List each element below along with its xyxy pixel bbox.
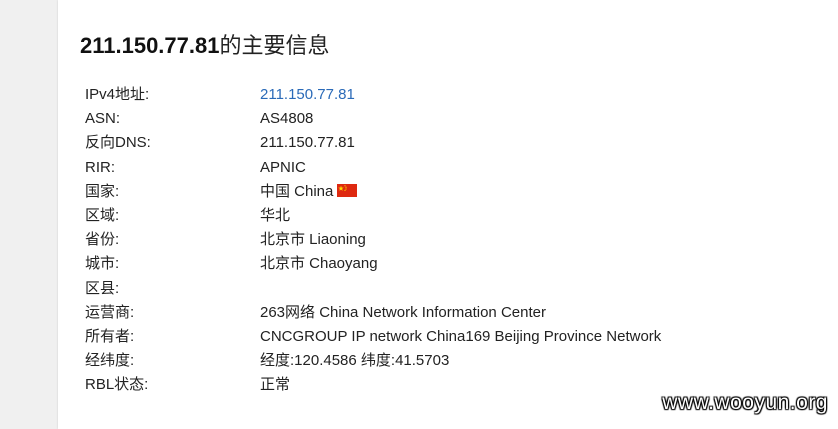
row-province: 省份: 北京市 Liaoning bbox=[85, 228, 805, 252]
label-city: 城市: bbox=[85, 255, 120, 273]
value-asn: AS4808 bbox=[260, 110, 314, 128]
row-rir: RIR: APNIC bbox=[85, 156, 805, 180]
value-owner: CNCGROUP IP network China169 Beijing Pro… bbox=[260, 327, 662, 345]
value-country: 中国 China bbox=[260, 182, 334, 200]
row-ipv4: IPv4地址: 211.150.77.81 bbox=[85, 83, 805, 107]
value-country-wrap: 中国 China bbox=[260, 180, 358, 204]
row-country: 国家: 中国 China bbox=[85, 180, 805, 204]
label-reverse-dns: 反向DNS: bbox=[85, 134, 151, 152]
page-title: 211.150.77.81的主要信息 bbox=[80, 28, 330, 60]
label-coordinates: 经纬度: bbox=[85, 352, 135, 370]
row-asn: ASN: AS4808 bbox=[85, 107, 805, 131]
label-country: 国家: bbox=[85, 182, 120, 200]
label-isp: 运营商: bbox=[85, 303, 135, 321]
value-rbl-status: 正常 bbox=[260, 376, 291, 394]
watermark-text: www.wooyun.org bbox=[662, 391, 828, 414]
value-province: 北京市 Liaoning bbox=[260, 231, 366, 249]
value-region: 华北 bbox=[260, 206, 291, 224]
label-ipv4: IPv4地址: bbox=[85, 86, 150, 103]
ip-info-panel: 211.150.77.81的主要信息 IPv4地址: 211.150.77.81… bbox=[58, 0, 838, 429]
label-owner: 所有者: bbox=[85, 327, 135, 345]
value-coordinates: 经度:120.4586 纬度:41.5703 bbox=[260, 352, 450, 370]
label-rir: RIR: bbox=[85, 158, 115, 176]
value-city: 北京市 Chaoyang bbox=[260, 255, 378, 273]
row-isp: 运营商: 263网络 China Network Information Cen… bbox=[85, 301, 805, 325]
ipv4-link[interactable]: 211.150.77.81 bbox=[260, 83, 355, 107]
label-asn: ASN: bbox=[85, 110, 121, 128]
info-table: IPv4地址: 211.150.77.81 ASN: AS4808 反向DNS:… bbox=[85, 83, 805, 397]
title-suffix: 的主要信息 bbox=[219, 33, 330, 58]
label-region: 区域: bbox=[85, 206, 120, 224]
row-reverse-dns: 反向DNS: 211.150.77.81 bbox=[85, 131, 805, 155]
label-province: 省份: bbox=[85, 231, 120, 249]
title-ip: 211.150.77.81 bbox=[80, 33, 220, 58]
row-coordinates: 经纬度: 经度:120.4586 纬度:41.5703 bbox=[85, 349, 805, 373]
china-flag-icon bbox=[337, 183, 358, 197]
value-rir: APNIC bbox=[260, 158, 306, 176]
row-city: 城市: 北京市 Chaoyang bbox=[85, 252, 805, 276]
row-region: 区域: 华北 bbox=[85, 204, 805, 228]
row-district: 区县: bbox=[85, 277, 805, 301]
value-reverse-dns: 211.150.77.81 bbox=[260, 134, 355, 152]
row-owner: 所有者: CNCGROUP IP network China169 Beijin… bbox=[85, 325, 805, 349]
label-district: 区县: bbox=[85, 279, 120, 297]
value-isp: 263网络 China Network Information Center bbox=[260, 303, 546, 321]
label-rbl-status: RBL状态: bbox=[85, 376, 149, 394]
